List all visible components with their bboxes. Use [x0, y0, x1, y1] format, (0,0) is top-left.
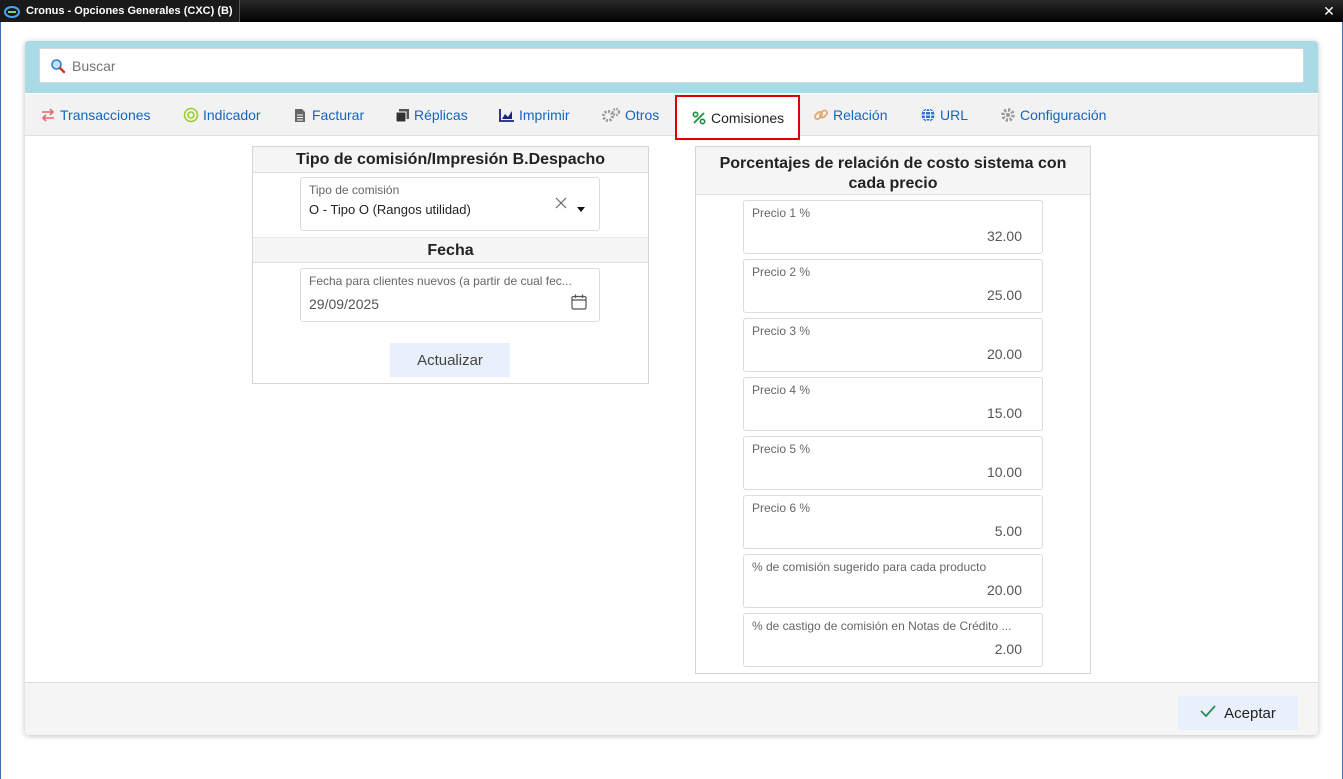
commission-type-select[interactable]: Tipo de comisión O - Tipo O (Rangos util…	[300, 177, 600, 231]
search-icon	[50, 58, 66, 74]
accept-label: Aceptar	[1224, 704, 1276, 722]
new-clients-date-field[interactable]: Fecha para clientes nuevos (a partir de …	[300, 268, 600, 322]
tab-configuracion[interactable]: Configuración	[1000, 94, 1106, 136]
window-title: Cronus - Opciones Generales (CXC) (B)	[26, 5, 233, 17]
price-3-label: Precio 3 %	[752, 324, 811, 338]
commission-type-panel: Tipo de comisión/Impresión B.Despacho Ti…	[252, 146, 649, 384]
credit-note-penalty-value[interactable]: 2.00	[995, 641, 1022, 657]
price-1-field[interactable]: Precio 1 % 32.00	[743, 200, 1043, 254]
document-icon	[292, 107, 308, 123]
arrows-exchange-icon	[40, 107, 56, 123]
suggested-commission-label: % de comisión sugerido para cada product…	[752, 560, 987, 574]
new-clients-date-value[interactable]: 29/09/2025	[309, 296, 379, 312]
price-3-field[interactable]: Precio 3 % 20.00	[743, 318, 1043, 372]
tab-relacion[interactable]: Relación	[813, 94, 887, 136]
price-3-value[interactable]: 20.00	[987, 346, 1022, 362]
price-percentages-title: Porcentajes de relación de costo sistema…	[696, 147, 1090, 195]
price-4-value[interactable]: 15.00	[987, 405, 1022, 421]
tab-label: Facturar	[312, 107, 365, 123]
tab-label: Transacciones	[60, 107, 151, 123]
tab-label: URL	[940, 107, 969, 123]
price-4-label: Precio 4 %	[752, 383, 811, 397]
close-window-icon[interactable]: ✕	[1321, 3, 1337, 19]
date-section-title: Fecha	[253, 237, 648, 263]
gear-icon	[1000, 107, 1016, 123]
price-5-value[interactable]: 10.00	[987, 464, 1022, 480]
gears-icon	[601, 107, 621, 123]
check-icon	[1200, 704, 1216, 722]
tab-label: Imprimir	[519, 107, 570, 123]
window-title-tab[interactable]: Cronus - Opciones Generales (CXC) (B)	[0, 0, 240, 22]
tab-replicas[interactable]: Réplicas	[394, 94, 468, 136]
suggested-commission-value[interactable]: 20.00	[987, 582, 1022, 598]
title-line-1: Porcentajes de relación de costo sistema…	[719, 155, 1067, 172]
commission-type-label: Tipo de comisión	[309, 183, 400, 197]
dialog-footer: Aceptar	[25, 682, 1318, 735]
title-line-2: cada precio	[848, 175, 938, 192]
price-4-field[interactable]: Precio 4 % 15.00	[743, 377, 1043, 431]
new-clients-date-label: Fecha para clientes nuevos (a partir de …	[309, 274, 572, 288]
commission-type-value: O - Tipo O (Rangos utilidad)	[309, 202, 471, 217]
price-6-value[interactable]: 5.00	[995, 523, 1022, 539]
tab-bar: Transacciones Indicador Facturar Réplica…	[25, 94, 1318, 140]
commission-panel-title: Tipo de comisión/Impresión B.Despacho	[253, 147, 648, 173]
globe-icon	[920, 107, 936, 123]
price-2-label: Precio 2 %	[752, 265, 811, 279]
suggested-commission-field[interactable]: % de comisión sugerido para cada product…	[743, 554, 1043, 608]
tab-label: Otros	[625, 107, 660, 123]
price-1-label: Precio 1 %	[752, 206, 811, 220]
clear-icon[interactable]	[554, 196, 568, 215]
percent-icon	[691, 110, 707, 126]
price-5-field[interactable]: Precio 5 % 10.00	[743, 436, 1043, 490]
tab-otros[interactable]: Otros	[601, 94, 659, 136]
price-6-field[interactable]: Precio 6 % 5.00	[743, 495, 1043, 549]
link-icon	[813, 107, 829, 123]
calendar-icon[interactable]	[571, 294, 587, 315]
search-box[interactable]	[39, 48, 1304, 83]
price-percentages-panel: Porcentajes de relación de costo sistema…	[695, 146, 1091, 674]
tab-indicador[interactable]: Indicador	[183, 94, 261, 136]
cronus-logo-icon	[4, 5, 20, 18]
price-6-label: Precio 6 %	[752, 501, 811, 515]
tab-url[interactable]: URL	[920, 94, 968, 136]
copy-icon	[394, 107, 410, 123]
accept-button[interactable]: Aceptar	[1178, 696, 1298, 730]
chart-icon	[499, 107, 515, 123]
search-band	[25, 41, 1318, 93]
target-icon	[183, 107, 199, 123]
price-2-field[interactable]: Precio 2 % 25.00	[743, 259, 1043, 313]
search-input[interactable]	[72, 57, 1272, 74]
update-button[interactable]: Actualizar	[390, 343, 510, 377]
price-2-value[interactable]: 25.00	[987, 287, 1022, 303]
tab-label: Indicador	[203, 107, 261, 123]
dropdown-arrow-icon[interactable]	[576, 200, 586, 218]
credit-note-penalty-field[interactable]: % de castigo de comisión en Notas de Cré…	[743, 613, 1043, 667]
title-bar: Cronus - Opciones Generales (CXC) (B) ✕	[0, 0, 1343, 22]
tab-imprimir[interactable]: Imprimir	[499, 94, 570, 136]
tab-label: Configuración	[1020, 107, 1107, 123]
price-5-label: Precio 5 %	[752, 442, 811, 456]
tab-label: Comisiones	[711, 109, 785, 126]
tab-label: Réplicas	[414, 107, 468, 123]
credit-note-penalty-label: % de castigo de comisión en Notas de Cré…	[752, 619, 1012, 633]
tab-comisiones[interactable]: Comisiones	[675, 95, 801, 140]
tab-transacciones[interactable]: Transacciones	[40, 94, 151, 136]
tab-facturar[interactable]: Facturar	[292, 94, 364, 136]
options-dialog: Transacciones Indicador Facturar Réplica…	[25, 41, 1318, 735]
price-1-value[interactable]: 32.00	[987, 228, 1022, 244]
tab-label: Relación	[833, 107, 888, 123]
